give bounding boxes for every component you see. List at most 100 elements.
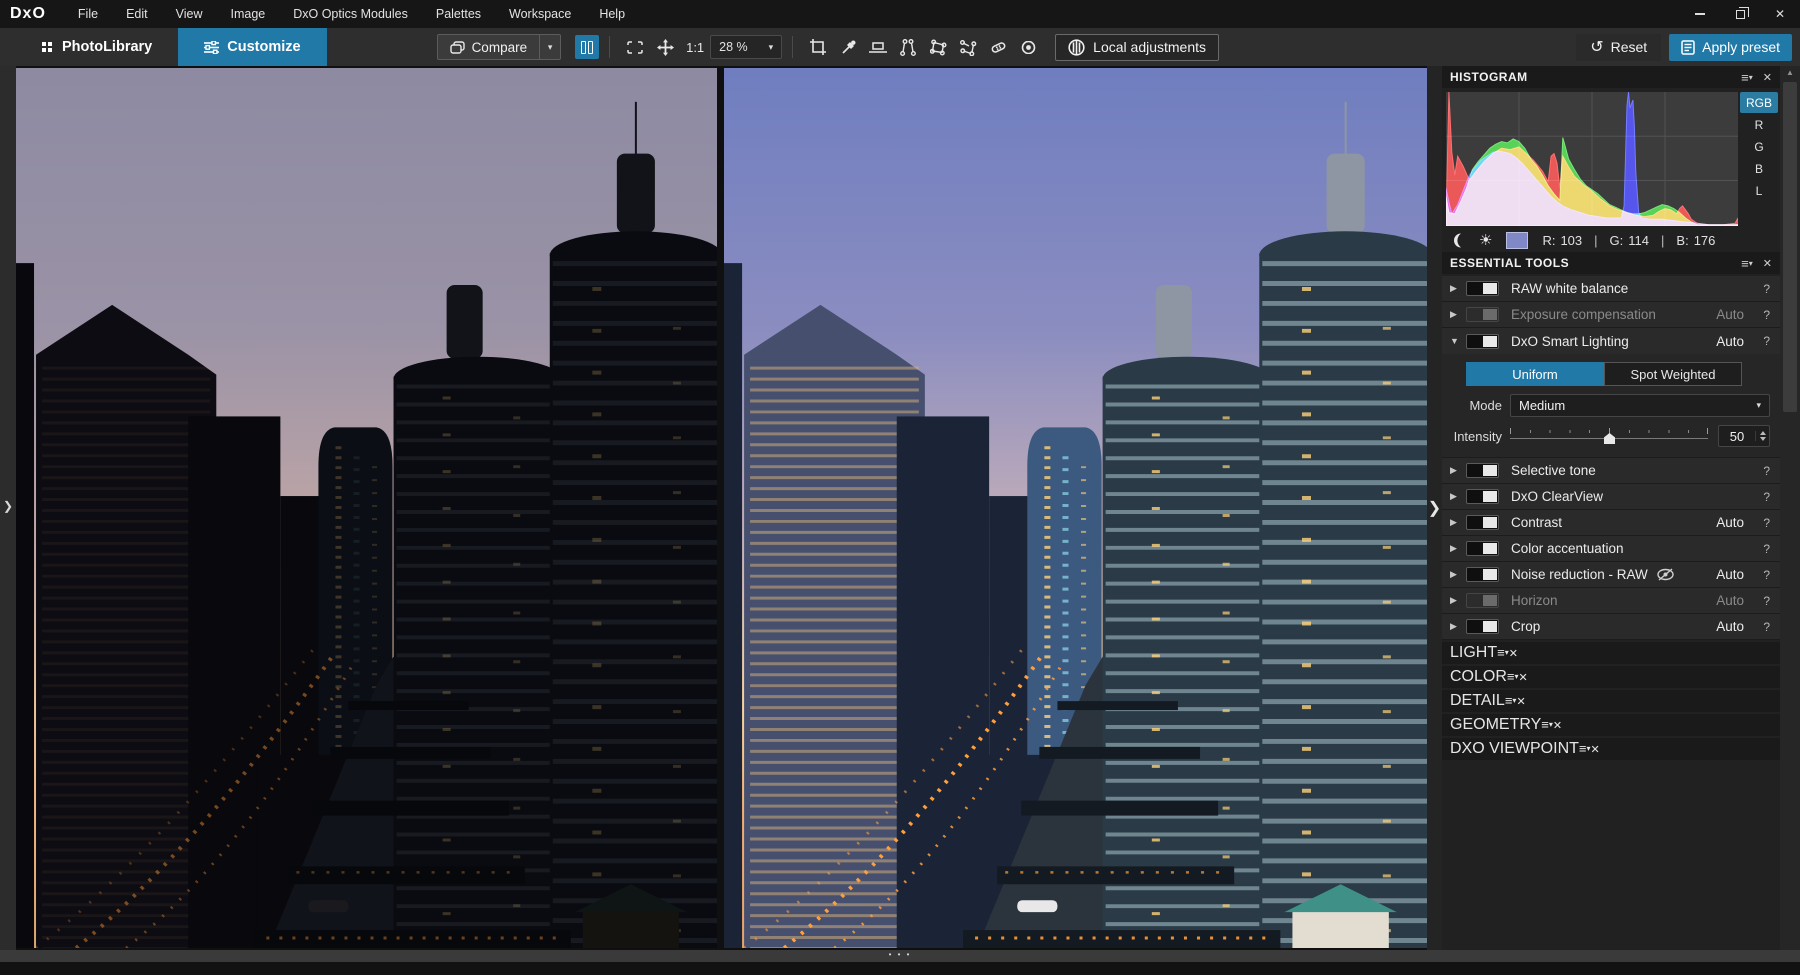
menu-workspace[interactable]: Workspace <box>495 0 585 28</box>
compare-dropdown[interactable]: ▾ <box>539 34 561 60</box>
tab-uniform[interactable]: Uniform <box>1466 362 1604 386</box>
expander-icon[interactable]: ▶ <box>1450 621 1466 632</box>
menu-dxo-optics-modules[interactable]: DxO Optics Modules <box>279 0 422 28</box>
scroll-up-icon[interactable]: ▲ <box>1780 68 1800 77</box>
expander-icon[interactable]: ▶ <box>1450 491 1466 502</box>
section-geometry[interactable]: GEOMETRY ≡▾✕ <box>1442 714 1780 736</box>
menu-file[interactable]: File <box>64 0 112 28</box>
channel-tab-r[interactable]: R <box>1740 114 1778 135</box>
channel-tab-b[interactable]: B <box>1740 158 1778 179</box>
tool-raw-white-balance[interactable]: ▶ RAW white balance ? <box>1442 276 1780 302</box>
expander-icon[interactable]: ▶ <box>1450 543 1466 554</box>
palette-close-icon[interactable]: ✕ <box>1553 720 1562 732</box>
help-icon[interactable]: ? <box>1758 490 1770 504</box>
tool-horizon[interactable]: ▶ Horizon Auto ? <box>1442 588 1780 614</box>
filmstrip-splitter[interactable]: • • • <box>0 950 1800 962</box>
enable-toggle[interactable] <box>1466 541 1499 556</box>
channel-tab-rgb[interactable]: RGB <box>1740 92 1778 113</box>
menu-view[interactable]: View <box>162 0 217 28</box>
help-icon[interactable]: ? <box>1758 282 1770 296</box>
section-dxo-viewpoint[interactable]: DXO VIEWPOINT ≡▾✕ <box>1442 738 1780 760</box>
free-perspective-tool-button[interactable] <box>953 34 983 60</box>
channel-tab-g[interactable]: G <box>1740 136 1778 157</box>
enable-toggle[interactable] <box>1466 489 1499 504</box>
help-icon[interactable]: ? <box>1758 594 1770 608</box>
intensity-slider[interactable] <box>1510 426 1708 446</box>
help-icon[interactable]: ? <box>1758 308 1770 322</box>
expander-icon[interactable]: ▶ <box>1450 283 1466 294</box>
after-image[interactable] <box>724 68 1427 948</box>
help-icon[interactable]: ? <box>1758 542 1770 556</box>
palette-menu-icon[interactable]: ≡▾ <box>1741 70 1753 85</box>
section-detail[interactable]: DETAIL ≡▾✕ <box>1442 690 1780 712</box>
stepper-up-icon[interactable] <box>1760 431 1766 435</box>
apply-preset-button[interactable]: Apply preset <box>1669 34 1792 61</box>
enable-toggle[interactable] <box>1466 463 1499 478</box>
expander-icon[interactable]: ▶ <box>1450 309 1466 320</box>
expander-icon[interactable]: ▶ <box>1450 595 1466 606</box>
expander-icon[interactable]: ▶ <box>1450 517 1466 528</box>
split-view-toggle[interactable] <box>575 35 599 59</box>
slider-thumb[interactable] <box>1604 433 1615 444</box>
restore-button[interactable] <box>1720 0 1760 28</box>
compare-button[interactable]: Compare <box>437 34 540 60</box>
expander-icon[interactable]: ▶ <box>1450 465 1466 476</box>
intensity-stepper[interactable] <box>1755 431 1769 441</box>
tool-color-accentuation[interactable]: ▶ Color accentuation ? <box>1442 536 1780 562</box>
local-adjustments-button[interactable]: Local adjustments <box>1055 34 1219 61</box>
palette-close-icon[interactable]: ✕ <box>1519 672 1528 684</box>
horizon-tool-button[interactable] <box>863 34 893 60</box>
enable-toggle[interactable] <box>1466 281 1499 296</box>
tab-customize[interactable]: Customize <box>178 28 326 66</box>
tool-dxo-clearview[interactable]: ▶ DxO ClearView ? <box>1442 484 1780 510</box>
white-balance-picker-button[interactable] <box>833 34 863 60</box>
repair-tool-button[interactable] <box>983 34 1013 60</box>
tab-photolibrary[interactable]: PhotoLibrary <box>16 28 178 66</box>
palette-close-icon[interactable]: ✕ <box>1591 744 1600 756</box>
mode-select[interactable]: Medium ▾ <box>1510 394 1770 417</box>
help-icon[interactable]: ? <box>1758 464 1770 478</box>
minimize-button[interactable] <box>1680 0 1720 28</box>
palette-close-icon[interactable]: ✕ <box>1763 257 1772 270</box>
section-light[interactable]: LIGHT ≡▾✕ <box>1442 642 1780 664</box>
right-panel-collapse-handle[interactable]: ❯ <box>1427 66 1442 950</box>
tool-noise-reduction-raw[interactable]: ▶ Noise reduction - RAW Auto ? <box>1442 562 1780 588</box>
help-icon[interactable]: ? <box>1758 334 1770 348</box>
before-image[interactable] <box>16 68 717 948</box>
help-icon[interactable]: ? <box>1758 516 1770 530</box>
collapsed-filmstrip-bar[interactable] <box>0 962 1800 975</box>
enable-toggle[interactable] <box>1466 567 1499 582</box>
palette-menu-icon[interactable]: ≡▾ <box>1507 669 1519 684</box>
shadow-clipping-icon[interactable] <box>1452 232 1469 249</box>
tool-dxo-smart-lighting[interactable]: ▼ DxO Smart Lighting Auto ? <box>1442 328 1780 354</box>
force-parallel-tool-button[interactable] <box>893 34 923 60</box>
close-button[interactable]: ✕ <box>1760 0 1800 28</box>
crop-tool-button[interactable] <box>803 34 833 60</box>
expander-icon[interactable]: ▼ <box>1450 336 1466 346</box>
enable-toggle[interactable] <box>1466 307 1499 322</box>
palette-close-icon[interactable]: ✕ <box>1509 648 1518 660</box>
menu-help[interactable]: Help <box>585 0 639 28</box>
enable-toggle[interactable] <box>1466 619 1499 634</box>
palette-close-icon[interactable]: ✕ <box>1763 71 1772 84</box>
intensity-value-box[interactable]: 50 <box>1718 425 1770 447</box>
palette-menu-icon[interactable]: ≡▾ <box>1497 645 1509 660</box>
enable-toggle[interactable] <box>1466 334 1499 349</box>
palette-menu-icon[interactable]: ≡▾ <box>1579 741 1591 756</box>
menu-image[interactable]: Image <box>216 0 279 28</box>
red-eye-tool-button[interactable] <box>1013 34 1043 60</box>
tool-selective-tone[interactable]: ▶ Selective tone ? <box>1442 458 1780 484</box>
stepper-down-icon[interactable] <box>1760 437 1766 441</box>
palette-menu-icon[interactable]: ≡▾ <box>1505 693 1517 708</box>
palette-close-icon[interactable]: ✕ <box>1516 696 1525 708</box>
section-color[interactable]: COLOR ≡▾✕ <box>1442 666 1780 688</box>
palette-menu-icon[interactable]: ≡▾ <box>1741 256 1753 271</box>
pan-tool-button[interactable] <box>650 34 680 60</box>
help-icon[interactable]: ? <box>1758 620 1770 634</box>
tool-contrast[interactable]: ▶ Contrast Auto ? <box>1442 510 1780 536</box>
palette-menu-icon[interactable]: ≡▾ <box>1541 717 1553 732</box>
fit-screen-button[interactable] <box>620 34 650 60</box>
menu-palettes[interactable]: Palettes <box>422 0 495 28</box>
tab-spot-weighted[interactable]: Spot Weighted <box>1604 362 1742 386</box>
tool-exposure-compensation[interactable]: ▶ Exposure compensation Auto ? <box>1442 302 1780 328</box>
